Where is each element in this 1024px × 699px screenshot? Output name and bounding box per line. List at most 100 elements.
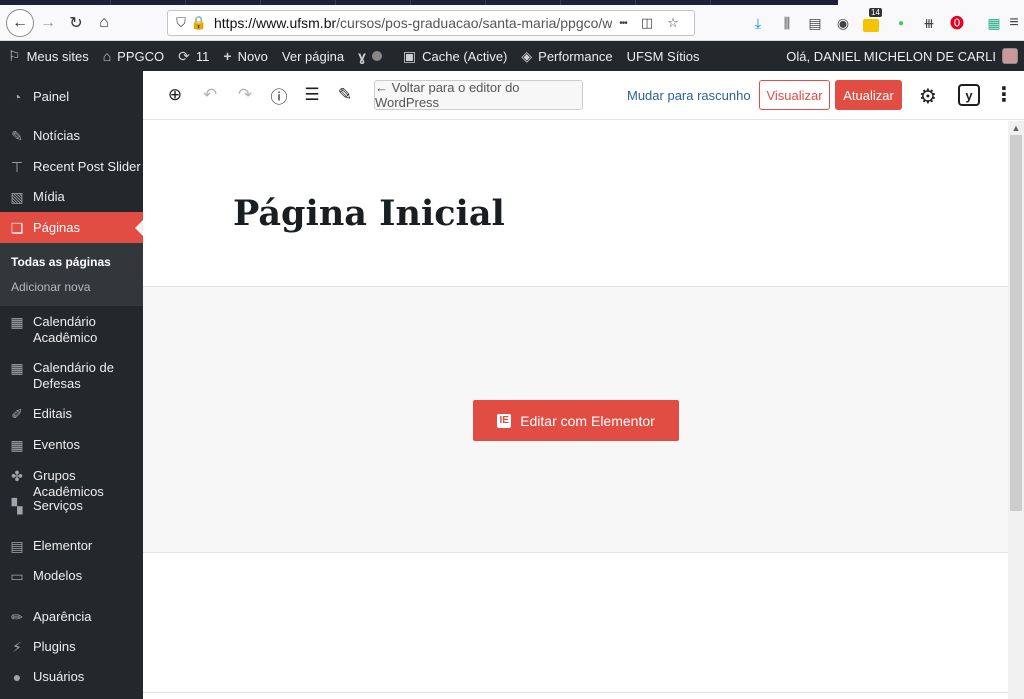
extension-badge-count: 14 [869, 8, 882, 17]
sidebar-item-recent-post-slider[interactable]: ⊤ Recent Post Slider [0, 159, 143, 175]
sidebar-item-grupos-academicos[interactable]: ✤ Grupos Acadêmicos [0, 468, 143, 500]
sidebar-item-label: Eventos [33, 437, 80, 452]
edit-with-elementor-button[interactable]: IE Editar com Elementor [473, 400, 679, 441]
lock-icon[interactable]: 🔒 [190, 15, 208, 31]
yoast-icon: ɣ [358, 48, 366, 64]
sidebar-icon[interactable]: ▤ [806, 14, 824, 32]
sidebar-item-label: Grupos Acadêmicos [33, 468, 104, 499]
home-icon[interactable]: ⌂ [90, 9, 118, 37]
pages-icon: ❏ [10, 219, 24, 236]
sidebar-item-label: Serviços [33, 498, 83, 513]
sidebar-item-label: Calendário de Defesas [33, 360, 114, 391]
sidebar-item-calendario-academico[interactable]: ▦ Calendário Acadêmico [0, 314, 143, 346]
pocket-icon[interactable]: ◫ [634, 15, 660, 31]
brush-icon: ✏ [11, 609, 23, 625]
user-icon: ● [12, 669, 22, 685]
pinterest-icon[interactable]: ⓿ [948, 14, 966, 32]
editor-content: Página Inicial IE Editar com Elementor [143, 121, 1008, 699]
sidebar-item-plugins[interactable]: ⚡ Plugins [0, 639, 143, 655]
ufsm-sites-label: UFSM Sítios [626, 48, 700, 64]
undo-icon[interactable]: ↶ [199, 84, 221, 106]
info-icon[interactable]: ⓘ [268, 84, 290, 107]
submenu-add-new[interactable]: Adicionar nova [11, 280, 90, 294]
elementor-icon: IE [497, 413, 512, 428]
redo-icon[interactable]: ↷ [234, 84, 256, 106]
view-page-link[interactable]: Ver página [275, 41, 351, 71]
page-actions-icon[interactable]: ••• [612, 18, 634, 29]
page-title[interactable]: Página Inicial [233, 193, 505, 234]
sidebar-item-servicos[interactable]: ▚ Serviços [0, 498, 143, 514]
my-sites-link[interactable]: ⚐ Meus sites [0, 41, 96, 71]
more-options-icon[interactable]: ⋮ [994, 82, 1014, 107]
gear-icon[interactable]: ⚙ [919, 84, 937, 109]
forward-icon[interactable]: → [34, 9, 62, 37]
reload-icon[interactable]: ↻ [62, 9, 90, 37]
new-content-link[interactable]: + Novo [216, 41, 275, 71]
dashboard-icon: ◔ [12, 89, 22, 105]
ufsm-sites-link[interactable]: UFSM Sítios [620, 41, 707, 71]
bookmark-star-icon[interactable]: ☆ [660, 15, 686, 31]
sidebar-item-label: Editais [33, 406, 73, 421]
extension-badge-icon[interactable]: 14 [862, 8, 882, 32]
avatar [1002, 48, 1018, 64]
add-block-icon[interactable]: ⊕ [164, 84, 186, 106]
update-button[interactable]: Atualizar [835, 80, 902, 110]
edit-with-elementor-label: Editar com Elementor [520, 412, 655, 429]
sidebar-item-label: Recent Post Slider [33, 159, 141, 174]
performance-label: Performance [538, 48, 613, 64]
sidebar-item-calendario-defesas[interactable]: ▦ Calendário de Defesas [0, 360, 143, 392]
sidebar-item-eventos[interactable]: ▦ Eventos [0, 437, 143, 453]
switch-to-draft-button[interactable]: Mudar para rascunho [627, 88, 751, 103]
performance-menu[interactable]: ◈ Performance [514, 41, 619, 71]
site-name-link[interactable]: ⌂ PPGCO [96, 41, 171, 71]
back-icon[interactable]: ← [6, 9, 34, 37]
sidebar-item-usuarios[interactable]: ● Usuários [0, 669, 143, 685]
calendar-icon: ▦ [10, 360, 24, 376]
sidebar-item-label: Elementor [33, 538, 93, 553]
sidebar-item-aparencia[interactable]: ✏ Aparência [0, 609, 143, 625]
home-icon: ⌂ [102, 48, 112, 64]
menu-icon[interactable]: ≡ [1005, 14, 1023, 32]
sidebar-item-label: Aparência [33, 609, 92, 624]
sidebar-item-editais[interactable]: ✐ Editais [0, 406, 143, 422]
submenu-all-pages[interactable]: Todas as páginas [11, 255, 111, 269]
elementor-icon: ▤ [10, 538, 24, 554]
js-extension-icon[interactable]: ● [892, 14, 910, 32]
scrollbar-thumb[interactable] [1010, 135, 1022, 511]
sidebar-item-label: Painel [33, 89, 70, 104]
back-to-wp-editor-button[interactable]: ← Voltar para o editor do WordPress [374, 80, 583, 110]
yoast-menu[interactable]: ɣ [351, 41, 389, 71]
sidebar-item-label: Mídia [33, 189, 65, 204]
sidebar-item-noticias[interactable]: ✎ Notícias [0, 128, 143, 144]
sidebar-item-painel[interactable]: ◔ Painel [0, 89, 143, 105]
updates-icon: ⟳ [178, 47, 190, 64]
preview-button[interactable]: Visualizar [759, 80, 830, 110]
scroll-up-icon[interactable]: ▲ [1008, 121, 1024, 135]
seo-status-dot [371, 51, 382, 61]
url-text[interactable]: https://www.ufsm.br/cursos/pos-graduacao… [214, 15, 612, 31]
scrollbar[interactable]: ▲ [1008, 121, 1024, 699]
url-bar[interactable]: ⛉ 🔒 https://www.ufsm.br/cursos/pos-gradu… [167, 10, 695, 36]
updates-link[interactable]: ⟳ 11 [171, 41, 216, 71]
extensions-icon[interactable]: ▦ [985, 14, 1003, 32]
library-icon[interactable]: ⫼ [778, 14, 796, 32]
account-icon[interactable]: ◉ [834, 14, 852, 32]
sidebar-item-modelos[interactable]: ▭ Modelos [0, 568, 143, 584]
pencil-icon[interactable]: ✎ [334, 84, 356, 106]
folder-icon: ▭ [10, 568, 24, 584]
sidebar-item-midia[interactable]: ▧ Mídia [0, 189, 143, 205]
yoast-icon[interactable]: y [958, 84, 980, 106]
block-navigation-icon[interactable]: ☰ [301, 84, 323, 106]
fence-extension-icon[interactable]: ⧻ [920, 14, 938, 32]
sidebar-item-elementor[interactable]: ▤ Elementor [0, 538, 143, 554]
sidebar-item-paginas[interactable]: ❏ Páginas [0, 212, 143, 243]
sidebar-item-label: Páginas [33, 219, 80, 235]
groups-icon: ✤ [11, 468, 23, 484]
sidebar-item-label: Plugins [33, 639, 76, 654]
cache-menu[interactable]: ▣ Cache (Active) [389, 41, 514, 71]
new-label: Novo [237, 48, 268, 64]
thumbtack-icon: ⊤ [10, 159, 24, 175]
shield-icon[interactable]: ⛉ [172, 15, 190, 31]
downloads-icon[interactable]: ⤓ [749, 14, 767, 32]
account-menu[interactable]: Olá, DANIEL MICHELON DE CARLI [786, 41, 1018, 71]
